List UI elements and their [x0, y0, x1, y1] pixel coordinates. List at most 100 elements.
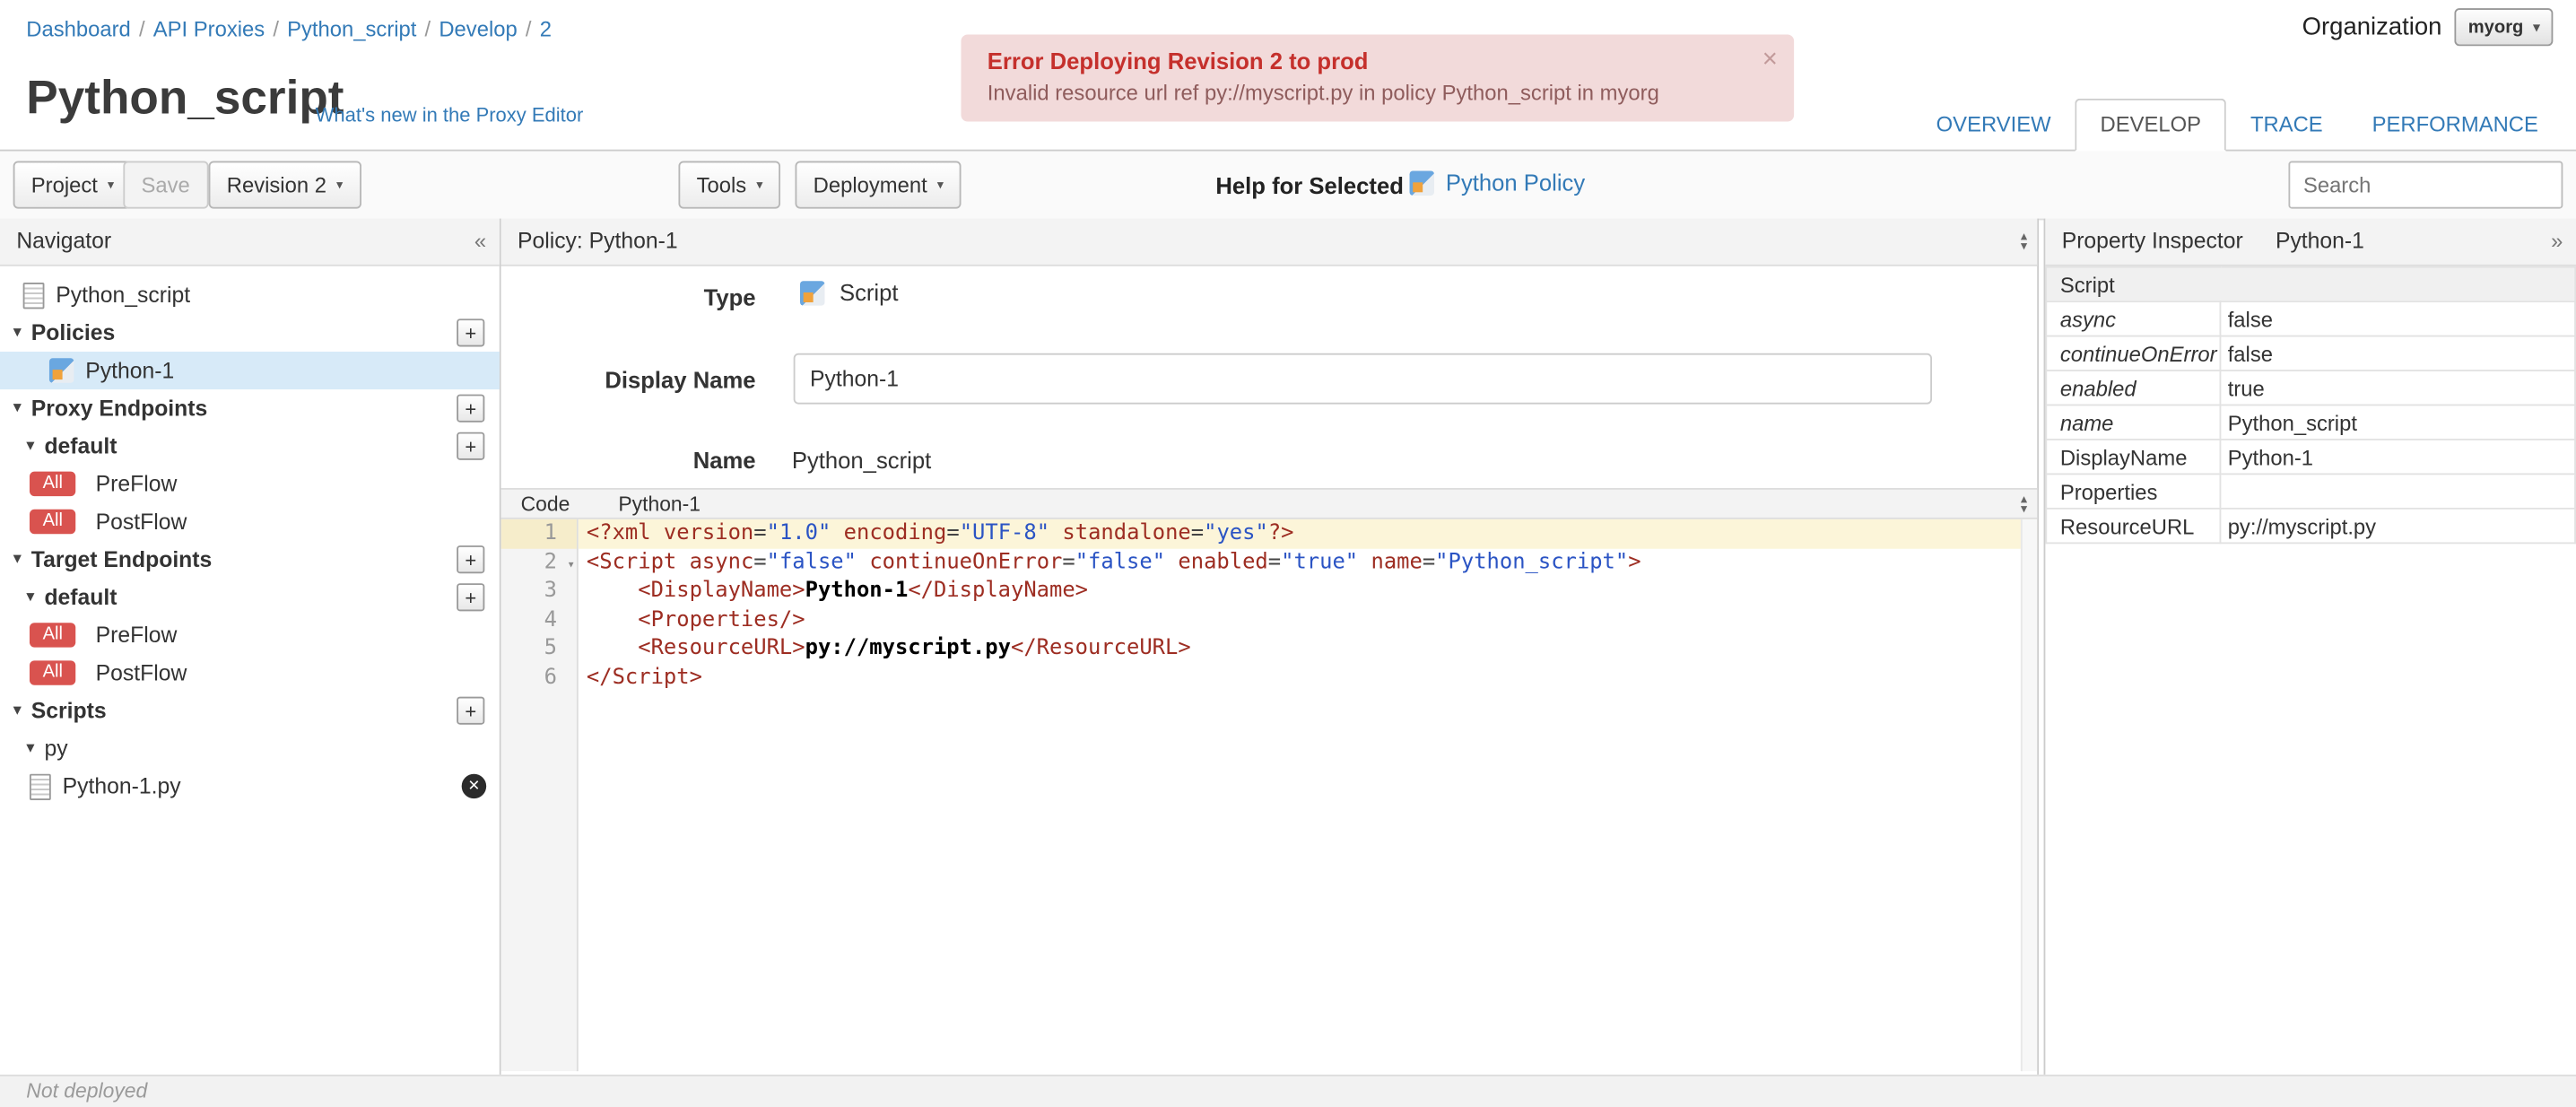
- display-name-input[interactable]: [793, 353, 1932, 405]
- add-target-endpoint-button[interactable]: +: [457, 545, 485, 574]
- chevron-down-icon: ▾: [2533, 19, 2540, 35]
- python-policy-help-link[interactable]: Python Policy: [1446, 170, 1585, 196]
- close-icon[interactable]: ×: [1762, 46, 1778, 75]
- navigator-item-proxy-root[interactable]: Python_script: [0, 276, 500, 314]
- navigator-item-label: PreFlow: [95, 471, 178, 497]
- navigator-item-label: py: [44, 736, 68, 762]
- tab-develop[interactable]: DEVELOP: [2076, 98, 2226, 152]
- revision-menu-button[interactable]: Revision 2 ▾: [208, 161, 361, 209]
- help-for-selected-label: Help for Selected: [1215, 172, 1404, 199]
- add-script-button[interactable]: +: [457, 696, 485, 725]
- navigator-item-target-preflow[interactable]: All PreFlow: [0, 616, 500, 654]
- navigator-item-proxy-preflow[interactable]: All PreFlow: [0, 465, 500, 502]
- caret-down-icon[interactable]: ▾: [26, 588, 44, 606]
- breadcrumb-revision[interactable]: 2: [540, 16, 552, 40]
- delete-script-icon[interactable]: ✕: [461, 773, 487, 799]
- navigator-title: Navigator: [16, 228, 112, 254]
- tab-performance[interactable]: PERFORMANCE: [2347, 99, 2563, 152]
- navigator-item-target-postflow[interactable]: All PostFlow: [0, 654, 500, 692]
- navigator-item-proxy-postflow[interactable]: All PostFlow: [0, 502, 500, 540]
- name-value: Python_script: [791, 447, 932, 474]
- revision-menu-label: Revision 2: [226, 172, 326, 197]
- collapse-panel-icon[interactable]: «: [474, 219, 486, 265]
- property-value: Python_script: [2219, 404, 2576, 440]
- navigator-item-target-default[interactable]: ▾ default +: [0, 579, 500, 616]
- deployment-menu-label: Deployment: [813, 172, 927, 197]
- navigator-section-target-endpoints[interactable]: ▾ Target Endpoints +: [0, 541, 500, 579]
- navigator-item-script-file[interactable]: Python-1.py ✕: [0, 767, 500, 805]
- chevron-down-icon: ▾: [756, 177, 763, 193]
- code-panel-subtitle: Python-1: [618, 492, 701, 517]
- page-header: Dashboard / API Proxies / Python_script / Deve…: [0, 0, 2576, 152]
- breadcrumb-separator: /: [525, 16, 532, 41]
- code-scrollbar[interactable]: [2020, 519, 2038, 1072]
- code-line[interactable]: </Script>: [579, 663, 2037, 692]
- caret-down-icon[interactable]: ▾: [26, 739, 44, 757]
- property-value: [2219, 473, 2576, 510]
- property-label: DisplayName: [2045, 439, 2222, 475]
- breadcrumb-separator: /: [138, 16, 145, 41]
- save-button[interactable]: Save: [123, 161, 208, 209]
- error-banner-message: Invalid resource url ref py://myscript.p…: [987, 80, 1659, 106]
- code-lines[interactable]: <?xml version="1.0" encoding="UTF-8" sta…: [578, 519, 2038, 1071]
- deployment-menu-button[interactable]: Deployment ▾: [795, 161, 962, 209]
- file-icon: [22, 282, 45, 309]
- expand-panel-icon[interactable]: »: [2551, 219, 2563, 265]
- add-policy-button[interactable]: +: [457, 318, 485, 347]
- property-inspector-header: Property Inspector Python-1 »: [2045, 218, 2576, 266]
- property-label: async: [2045, 301, 2222, 337]
- code-line[interactable]: <?xml version="1.0" encoding="UTF-8" sta…: [578, 519, 2038, 548]
- code-line[interactable]: <Properties/>: [579, 606, 2037, 634]
- search-input[interactable]: [2288, 161, 2563, 209]
- fold-toggle-icon[interactable]: ▾: [567, 550, 575, 579]
- navigator-item-scripts-py-folder[interactable]: ▾ py: [0, 729, 500, 767]
- breadcrumb-proxy[interactable]: Python_script: [287, 16, 416, 40]
- line-number: 6: [544, 664, 557, 690]
- navigator-tree: Python_script ▾ Policies + Python-1 ▾ Pr…: [0, 266, 500, 806]
- caret-down-icon[interactable]: ▾: [13, 324, 31, 342]
- property-section-header: Script: [2045, 266, 2576, 303]
- code-line[interactable]: <DisplayName>Python-1</DisplayName>: [579, 577, 2037, 606]
- code-editor[interactable]: 1 2 ▾ 3 4 5 6 <?xml version="1.0" encoding="UT…: [500, 519, 2038, 1072]
- property-value: false: [2219, 335, 2576, 371]
- code-panel-title: Code: [520, 492, 570, 517]
- property-value: true: [2219, 370, 2576, 406]
- caret-down-icon[interactable]: ▾: [13, 399, 31, 417]
- property-row: name Python_script: [2045, 404, 2576, 440]
- error-banner: Error Deploying Revision 2 to prod Inval…: [961, 34, 1795, 122]
- breadcrumb-develop[interactable]: Develop: [439, 16, 517, 40]
- navigator-section-scripts[interactable]: ▾ Scripts +: [0, 692, 500, 729]
- project-menu-button[interactable]: Project ▾: [13, 161, 133, 209]
- code-line[interactable]: <Script async="false" continueOnError="f…: [579, 548, 2037, 577]
- navigator-section-proxy-endpoints[interactable]: ▾ Proxy Endpoints +: [0, 389, 500, 427]
- add-flow-button[interactable]: +: [457, 431, 485, 460]
- navigator-section-policies[interactable]: ▾ Policies +: [0, 314, 500, 352]
- tab-trace[interactable]: TRACE: [2226, 99, 2348, 152]
- tab-overview[interactable]: OVERVIEW: [1911, 99, 2076, 152]
- add-proxy-endpoint-button[interactable]: +: [457, 394, 485, 423]
- caret-down-icon[interactable]: ▾: [13, 551, 31, 569]
- add-flow-button[interactable]: +: [457, 583, 485, 612]
- property-label: enabled: [2045, 370, 2222, 406]
- main-area: Navigator « Python_script ▾ Policies + P…: [0, 218, 2576, 1075]
- property-row: ResourceURL py://myscript.py: [2045, 507, 2576, 545]
- code-panel-header: Code Python-1 ▴ ▾: [500, 487, 2038, 519]
- organization-select[interactable]: myorg ▾: [2455, 8, 2554, 47]
- navigator-item-policy-python-1[interactable]: Python-1: [0, 351, 500, 390]
- whats-new-link[interactable]: What's new in the Proxy Editor: [316, 103, 584, 126]
- navigator-section-label: Proxy Endpoints: [30, 396, 208, 421]
- breadcrumb-api-proxies[interactable]: API Proxies: [153, 16, 265, 40]
- all-badge: All: [29, 623, 76, 648]
- breadcrumb-dashboard[interactable]: Dashboard: [26, 16, 131, 40]
- tools-menu-button[interactable]: Tools ▾: [678, 161, 781, 209]
- caret-down-icon[interactable]: ▾: [13, 702, 31, 719]
- type-label: Type: [703, 283, 756, 311]
- code-line[interactable]: <ResourceURL>py://myscript.py</ResourceU…: [579, 634, 2037, 663]
- breadcrumb-separator: /: [424, 16, 431, 41]
- caret-down-icon[interactable]: ▾: [26, 437, 44, 455]
- collapse-toggle-icon[interactable]: ▴ ▾: [2021, 230, 2027, 253]
- all-badge: All: [29, 660, 76, 685]
- script-policy-icon: [1409, 170, 1435, 196]
- navigator-item-proxy-default[interactable]: ▾ default +: [0, 427, 500, 465]
- collapse-toggle-icon[interactable]: ▴ ▾: [2021, 492, 2027, 515]
